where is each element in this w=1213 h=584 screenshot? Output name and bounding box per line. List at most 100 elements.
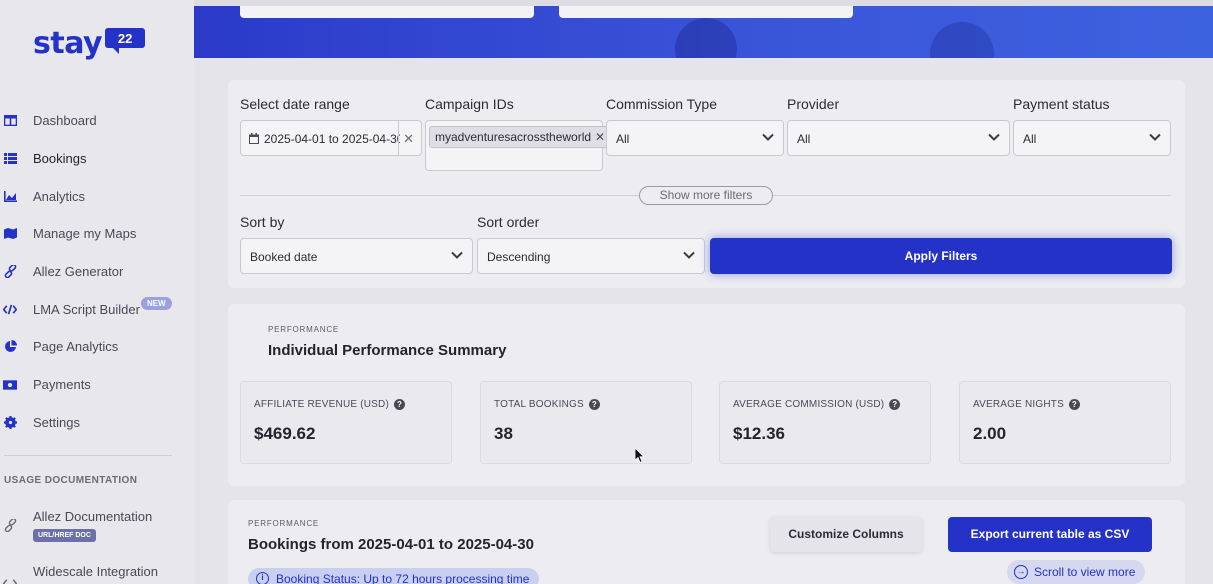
sidebar-item-allez-generator[interactable]: Allez Generator <box>0 253 194 291</box>
money-icon <box>3 378 17 392</box>
mouse-cursor-icon <box>635 448 645 464</box>
sidebar-item-label: Allez Generator <box>33 264 124 280</box>
code-icon <box>3 302 17 316</box>
scroll-hint-text: Scroll to view more <box>1034 565 1136 579</box>
help-icon[interactable]: ? <box>1068 399 1080 410</box>
header-input-right[interactable] <box>559 6 853 18</box>
sort-by-label: Sort by <box>240 214 285 230</box>
scroll-to-view-more-button[interactable]: → Scroll to view more <box>1007 560 1146 584</box>
logo-badge: 22 <box>105 28 146 54</box>
help-icon[interactable]: ? <box>394 399 405 410</box>
remove-chip-icon[interactable]: ✕ <box>595 127 605 147</box>
payment-status-label: Payment status <box>1013 96 1110 112</box>
gear-icon <box>3 415 17 429</box>
header-banner <box>194 6 1213 58</box>
code-icon <box>3 576 17 584</box>
chevron-down-icon <box>987 130 1001 144</box>
sidebar-item-widescale-integration[interactable]: Widescale Integration <box>0 564 194 584</box>
stat-label: AVERAGE COMMISSION (USD) <box>733 399 885 410</box>
sidebar-item-lma-script-builder[interactable]: LMA Script Builder NEW <box>0 290 194 328</box>
filters-panel: Select date range Campaign IDs Commissio… <box>228 80 1185 288</box>
sort-by-value: Booked date <box>250 250 318 264</box>
map-icon <box>3 227 17 241</box>
sidebar-item-bookings[interactable]: Bookings <box>0 140 194 178</box>
sidebar-item-settings[interactable]: Settings <box>0 404 194 442</box>
info-icon: i <box>256 572 269 584</box>
sidebar-item-page-analytics[interactable]: Page Analytics <box>0 328 194 366</box>
commission-type-value: All <box>616 132 630 146</box>
campaign-chip-label: myadventuresacrosstheworld <box>435 130 592 144</box>
help-icon[interactable]: ? <box>588 399 600 410</box>
stat-label: AVERAGE NIGHTS <box>973 399 1064 410</box>
sidebar-nav: Dashboard Bookings Analytics Manage my M… <box>0 102 194 441</box>
sort-order-label: Sort order <box>477 214 540 230</box>
sidebar-item-label: Allez Documentation <box>33 509 153 524</box>
sidebar-item-label: Bookings <box>33 151 87 167</box>
payment-status-select[interactable]: All <box>1013 120 1171 156</box>
sort-by-select[interactable]: Booked date <box>240 238 473 274</box>
sidebar-item-label: Dashboard <box>33 113 97 129</box>
logo-text: stay <box>33 26 103 61</box>
chevron-down-icon <box>761 130 775 144</box>
sidebar-item-dashboard[interactable]: Dashboard <box>0 102 194 140</box>
performance-caption: PERFORMANCE <box>268 325 340 334</box>
sidebar-divider <box>4 455 172 456</box>
sidebar-item-manage-maps[interactable]: Manage my Maps <box>0 215 194 253</box>
stat-value: $12.36 <box>733 424 785 443</box>
sidebar-item-label: Widescale Integration <box>33 564 159 579</box>
sidebar-item-label: Analytics <box>33 188 86 204</box>
sidebar-item-label: LMA Script Builder <box>33 301 140 317</box>
help-icon[interactable]: ? <box>889 399 901 410</box>
date-range-input[interactable]: 2025-04-01 to 2025-04-30 ✕ <box>240 120 422 156</box>
sidebar-item-allez-documentation[interactable]: Allez Documentation URL/HREF DOC <box>0 508 194 548</box>
sidebar-item-label: Page Analytics <box>33 339 119 355</box>
commission-type-select[interactable]: All <box>606 120 784 156</box>
dashboard-icon <box>3 114 17 128</box>
stat-value: 38 <box>494 424 513 443</box>
bookings-caption: PERFORMANCE <box>248 519 320 528</box>
campaign-ids-input[interactable]: myadventuresacrosstheworld ✕ <box>425 120 611 171</box>
clear-date-icon[interactable]: ✕ <box>403 131 414 147</box>
provider-value: All <box>797 132 811 146</box>
sort-order-select[interactable]: Descending <box>477 238 705 274</box>
date-range-value: 2025-04-01 to 2025-04-30 <box>264 132 400 146</box>
export-csv-button[interactable]: Export current table as CSV <box>948 517 1152 552</box>
commission-type-label: Commission Type <box>606 96 718 112</box>
chart-icon <box>3 189 17 203</box>
campaign-ids-label: Campaign IDs <box>425 96 514 112</box>
chevron-down-icon <box>450 248 464 262</box>
pie-chart-icon <box>3 340 17 354</box>
doc-badge: URL/HREF DOC <box>33 529 96 542</box>
bookings-card: PERFORMANCE Bookings from 2025-04-01 to … <box>228 500 1185 584</box>
header-input-left[interactable] <box>240 6 534 18</box>
customize-columns-button[interactable]: Customize Columns <box>770 517 922 552</box>
performance-title: Individual Performance Summary <box>268 342 507 359</box>
sidebar-item-payments[interactable]: Payments <box>0 366 194 404</box>
stay22-logo[interactable]: stay 22 <box>33 26 146 61</box>
link-icon <box>3 518 17 532</box>
arrow-right-icon: → <box>1014 565 1028 579</box>
show-more-filters-button[interactable]: Show more filters <box>639 186 773 205</box>
date-range-label: Select date range <box>240 96 350 112</box>
provider-select[interactable]: All <box>787 120 1010 156</box>
stat-label: AFFILIATE REVENUE (USD) <box>254 399 389 410</box>
map-pin-icon <box>675 18 737 58</box>
stat-affiliate-revenue: AFFILIATE REVENUE (USD)? $469.62 <box>240 381 452 464</box>
link-icon <box>3 265 17 279</box>
booking-status-note: i Booking Status: Up to 72 hours process… <box>248 568 540 584</box>
provider-label: Provider <box>787 96 840 112</box>
list-icon <box>3 152 17 166</box>
booking-status-text: Booking Status: Up to 72 hours processin… <box>276 572 530 584</box>
sidebar-item-label: Payments <box>33 377 91 393</box>
calendar-icon <box>249 133 259 144</box>
bookings-title: Bookings from 2025-04-01 to 2025-04-30 <box>248 536 534 553</box>
payment-status-value: All <box>1023 132 1037 146</box>
apply-filters-button[interactable]: Apply Filters <box>710 238 1172 274</box>
sidebar-item-analytics[interactable]: Analytics <box>0 177 194 215</box>
stat-total-bookings: TOTAL BOOKINGS? 38 <box>480 381 692 464</box>
chevron-down-icon <box>1148 130 1162 144</box>
date-range-separator <box>398 121 399 155</box>
chevron-down-icon <box>682 248 696 262</box>
decorative-circle-icon <box>930 22 994 58</box>
stat-value: 2.00 <box>973 424 1007 443</box>
